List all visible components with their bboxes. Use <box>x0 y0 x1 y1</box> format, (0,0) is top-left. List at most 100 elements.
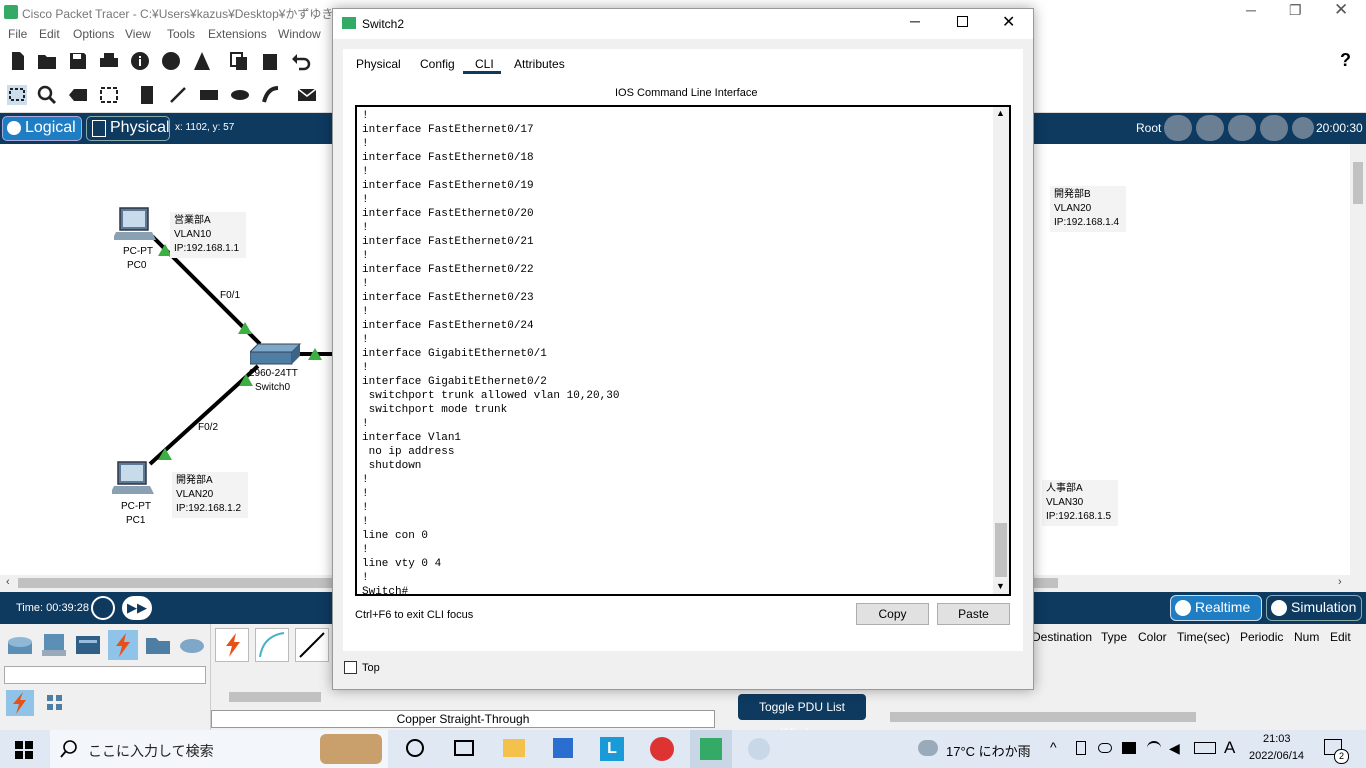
pdu-horizontal-scrollbar[interactable] <box>874 710 1362 724</box>
copy-button[interactable]: Copy <box>856 603 929 625</box>
realtime-mode-button[interactable]: Realtime <box>1170 595 1262 621</box>
chevron-up-icon[interactable]: ^ <box>1050 739 1057 755</box>
restore-icon[interactable]: ❐ <box>1289 2 1302 19</box>
resize-icon[interactable] <box>99 85 119 105</box>
store-icon[interactable] <box>553 738 573 758</box>
pc1-computer-icon[interactable] <box>112 460 156 496</box>
keyboard-icon[interactable] <box>1194 742 1216 754</box>
hr-a-note[interactable]: 人事部A VLAN30 IP:192.168.1.5 <box>1042 480 1118 526</box>
menu-extensions[interactable]: Extensions <box>208 27 267 41</box>
onedrive-icon[interactable] <box>1098 743 1112 753</box>
dialog-close-icon[interactable]: ✕ <box>1002 12 1015 32</box>
task-view-icon[interactable] <box>454 740 474 756</box>
scroll-left-icon[interactable]: ‹ <box>6 576 10 588</box>
pdu-scroll-thumb[interactable] <box>890 712 1196 722</box>
pdu-col-type[interactable]: Type <box>1101 630 1127 644</box>
toggle-pdu-list-button[interactable]: Toggle PDU List Window <box>738 694 866 740</box>
weather-icon[interactable] <box>918 740 938 756</box>
pc1-note[interactable]: 開発部A VLAN20 IP:192.168.1.2 <box>172 472 248 518</box>
end-devices-icon[interactable] <box>40 632 68 658</box>
help-icon[interactable]: ? <box>1340 50 1351 71</box>
cli-terminal[interactable]: ! interface FastEthernet0/17 ! interface… <box>355 105 1011 598</box>
dialog-minimize-icon[interactable]: ─ <box>910 13 920 29</box>
tab-logical[interactable]: Logical <box>2 116 82 141</box>
menu-tools[interactable]: Tools <box>167 27 195 41</box>
components-icon[interactable] <box>74 632 102 658</box>
pdu-col-num[interactable]: Num <box>1294 630 1319 644</box>
volume-icon[interactable]: ◀ <box>1169 740 1180 757</box>
wifi-icon[interactable] <box>1147 741 1161 755</box>
menu-view[interactable]: View <box>125 27 151 41</box>
console-cable-icon[interactable] <box>255 628 289 662</box>
copy-icon[interactable] <box>229 51 249 71</box>
taskbar-time[interactable]: 21:03 <box>1263 733 1291 745</box>
tab-physical[interactable]: Physical <box>86 116 170 141</box>
top-checkbox[interactable] <box>344 661 357 674</box>
delete-icon[interactable] <box>68 85 88 105</box>
meet-now-icon[interactable] <box>1076 741 1086 755</box>
battery-icon[interactable] <box>1122 742 1136 754</box>
menu-edit[interactable]: Edit <box>39 27 60 41</box>
power-cycle-icon[interactable] <box>91 596 115 620</box>
open-folder-icon[interactable] <box>37 51 57 71</box>
taskbar-date[interactable]: 2022/06/14 <box>1249 750 1304 762</box>
tab-attributes[interactable]: Attributes <box>514 57 565 71</box>
add-pdu-icon[interactable] <box>297 85 317 105</box>
dialog-maximize-icon[interactable] <box>957 16 968 27</box>
cable-horizontal-scrollbar[interactable] <box>211 690 715 704</box>
cli-scroll-up-icon[interactable]: ▲ <box>996 108 1005 118</box>
menu-window[interactable]: Window <box>278 27 321 41</box>
pdu-col-edit[interactable]: Edit <box>1330 630 1351 644</box>
canvas-vertical-scrollbar[interactable] <box>1350 144 1366 575</box>
paste-icon[interactable] <box>260 51 280 71</box>
cli-scroll-down-icon[interactable]: ▼ <box>996 581 1005 591</box>
undo-icon[interactable] <box>291 51 311 71</box>
save-icon[interactable] <box>68 51 88 71</box>
copper-straight-through-icon[interactable] <box>295 628 329 662</box>
wizard-icon[interactable] <box>192 51 212 71</box>
tab-config[interactable]: Config <box>420 57 455 71</box>
device-filter-box[interactable] <box>4 666 206 684</box>
tab-physical-device[interactable]: Physical <box>356 57 401 71</box>
pc0-note[interactable]: 営業部A VLAN10 IP:192.168.1.1 <box>170 212 246 258</box>
cli-scrollbar[interactable]: ▲ ▼ <box>993 107 1009 594</box>
pdu-col-destination[interactable]: Destination <box>1032 630 1092 644</box>
pdu-col-color[interactable]: Color <box>1138 630 1167 644</box>
weather-text[interactable]: 17°C にわか雨 <box>946 741 1031 760</box>
switch0-icon[interactable] <box>250 342 302 366</box>
viewport-icon[interactable] <box>1292 117 1314 139</box>
back-icon[interactable] <box>1164 115 1192 141</box>
move-object-icon[interactable] <box>1228 115 1256 141</box>
inspect-icon[interactable] <box>37 85 57 105</box>
cable-scroll-thumb[interactable] <box>229 692 321 702</box>
print-icon[interactable] <box>99 51 119 71</box>
pdu-col-periodic[interactable]: Periodic <box>1240 630 1283 644</box>
miscellaneous-icon[interactable] <box>144 632 172 658</box>
l-app-icon[interactable]: L <box>600 737 624 761</box>
new-file-icon[interactable] <box>8 51 28 71</box>
pdu-col-time[interactable]: Time(sec) <box>1177 630 1230 644</box>
close-icon[interactable]: ✕ <box>1334 0 1348 20</box>
info-icon[interactable] <box>130 51 150 71</box>
file-explorer-icon[interactable] <box>503 739 525 757</box>
vertical-scroll-thumb[interactable] <box>1353 162 1363 204</box>
taskbar-search-box[interactable]: ここに入力して検索 <box>50 730 388 768</box>
pc0-computer-icon[interactable] <box>114 206 158 242</box>
connections-category-icon[interactable] <box>6 690 34 716</box>
menu-options[interactable]: Options <box>73 27 114 41</box>
background-image-icon[interactable] <box>1260 115 1288 141</box>
link-pc1-switch0[interactable] <box>148 364 260 466</box>
minimize-icon[interactable]: ─ <box>1246 2 1256 18</box>
cli-scroll-thumb[interactable] <box>995 523 1007 577</box>
grid-icon[interactable] <box>46 694 64 712</box>
paint-icon[interactable] <box>748 738 770 760</box>
fast-forward-icon[interactable]: ▶▶ <box>122 596 152 620</box>
simulation-mode-button[interactable]: Simulation <box>1266 595 1362 621</box>
connections-icon[interactable] <box>108 630 138 660</box>
dev-b-note[interactable]: 開発部B VLAN20 IP:192.168.1.4 <box>1050 186 1126 232</box>
draw-ellipse-icon[interactable] <box>230 85 250 105</box>
cluster-icon[interactable] <box>1196 115 1224 141</box>
note-icon[interactable] <box>137 85 157 105</box>
freeform-icon[interactable] <box>261 85 281 105</box>
tab-cli[interactable]: CLI <box>475 57 494 71</box>
